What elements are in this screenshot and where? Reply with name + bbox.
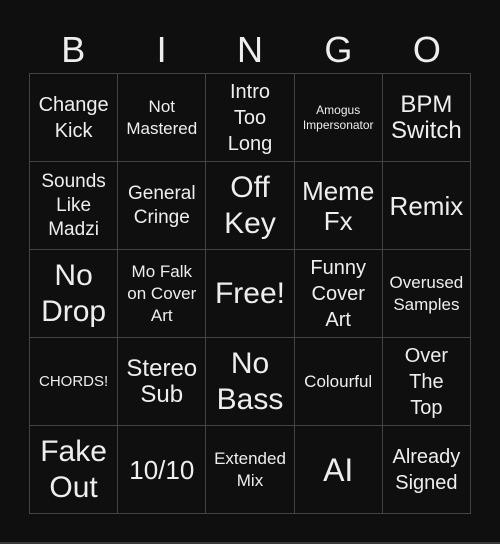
cell-label: Mo Falk on Cover Art: [127, 261, 197, 325]
cell-label: Change Kick: [38, 93, 109, 142]
free-space-cell[interactable]: Free!: [206, 250, 295, 338]
bingo-cell[interactable]: Overused Samples: [382, 250, 471, 338]
bingo-cell[interactable]: CHORDS!: [30, 338, 119, 426]
cell-label: No Drop: [41, 258, 107, 328]
bingo-cell[interactable]: Over The Top: [382, 338, 471, 426]
bingo-cell[interactable]: Extended Mix: [206, 426, 295, 514]
bingo-cell[interactable]: BPM Switch: [382, 74, 471, 162]
bingo-cell[interactable]: Mo Falk on Cover Art: [118, 250, 207, 338]
cell-label: No Bass: [216, 346, 284, 416]
bingo-cell[interactable]: Funny Cover Art: [294, 250, 383, 338]
header-letter-o: O: [412, 29, 441, 70]
cell-label: Over The Top: [404, 344, 449, 419]
cell-label: Already Signed: [392, 445, 461, 494]
cell-label: Colourful: [304, 371, 373, 391]
cell-label: Sounds Like Madzi: [41, 170, 106, 240]
bingo-cell[interactable]: Fake Out: [30, 426, 119, 514]
bingo-cell[interactable]: No Bass: [206, 338, 295, 426]
cell-label: Meme Fx: [302, 175, 375, 236]
cell-label: Remix: [389, 190, 464, 221]
bingo-card: Change Kick Not Mastered Intro Too Long …: [29, 73, 471, 514]
header-letter-i: I: [156, 29, 167, 70]
bingo-cell[interactable]: Sounds Like Madzi: [30, 162, 119, 250]
cell-label: General Cringe: [127, 182, 196, 228]
bingo-cell[interactable]: Meme Fx: [294, 162, 383, 250]
cell-label: Free!: [214, 276, 285, 310]
cell-label: Funny Cover Art: [310, 256, 366, 331]
bingo-cell[interactable]: 10/10: [118, 426, 207, 514]
cell-label: Extended Mix: [214, 448, 286, 490]
bingo-cell[interactable]: No Drop: [30, 250, 119, 338]
header-letter-g: G: [324, 29, 353, 70]
bingo-cell[interactable]: Off Key: [206, 162, 295, 250]
bingo-cell[interactable]: Change Kick: [30, 74, 119, 162]
bingo-cell[interactable]: General Cringe: [118, 162, 207, 250]
cell-label: Stereo Sub: [126, 354, 198, 408]
bingo-cell[interactable]: Not Mastered: [118, 74, 207, 162]
cell-label: Off Key: [224, 170, 276, 240]
cell-label: Not Mastered: [126, 96, 198, 138]
header-letter-b: B: [61, 29, 86, 70]
cell-label: Fake Out: [40, 434, 107, 504]
cell-label: Overused Samples: [389, 272, 464, 314]
bingo-cell[interactable]: Amogus Impersonator: [294, 74, 383, 162]
cell-label: BPM Switch: [391, 90, 462, 144]
bingo-cell[interactable]: Intro Too Long: [206, 74, 295, 162]
bingo-header: B I N G O: [29, 26, 471, 73]
cell-label: CHORDS!: [39, 372, 109, 390]
cell-label: Intro Too Long: [227, 80, 273, 155]
bingo-cell[interactable]: Colourful: [294, 338, 383, 426]
bingo-cell[interactable]: Remix: [382, 162, 471, 250]
header-letter-n: N: [237, 29, 264, 70]
bingo-cell[interactable]: AI: [294, 426, 383, 514]
cell-label: AI: [323, 451, 354, 488]
cell-label: 10/10: [129, 454, 195, 485]
bingo-cell[interactable]: Already Signed: [382, 426, 471, 514]
bingo-cell[interactable]: Stereo Sub: [118, 338, 207, 426]
cell-label: Amogus Impersonator: [302, 102, 374, 132]
